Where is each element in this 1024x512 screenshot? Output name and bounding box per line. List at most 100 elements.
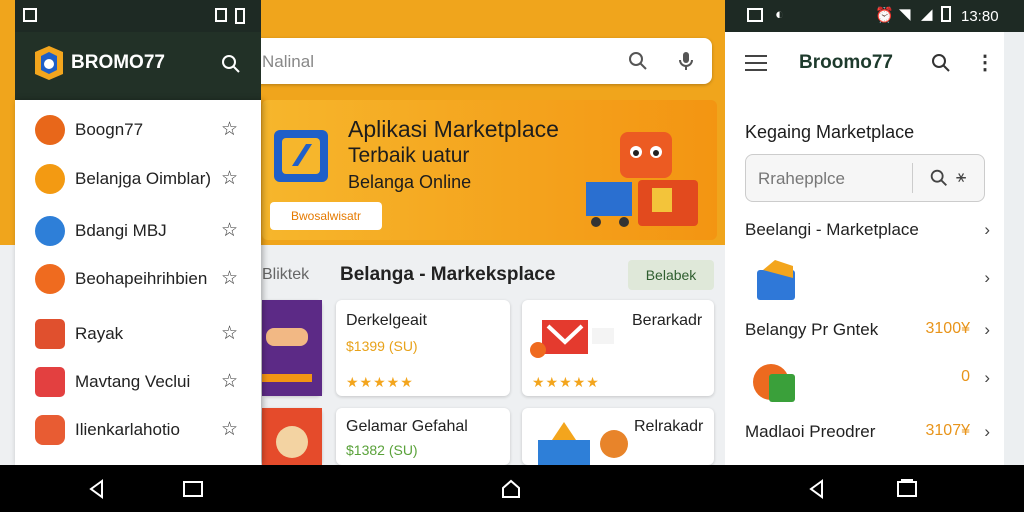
recents-icon[interactable] <box>182 479 204 499</box>
banner-title: Aplikasi Marketplace <box>348 116 559 142</box>
product-name: Relrakadr <box>634 418 704 435</box>
app-icon <box>35 264 65 294</box>
section-title: Belanga - Markeksplace <box>340 264 556 285</box>
list-row[interactable]: Beelangi - Marketplace › <box>745 218 990 244</box>
app-bar: Broomo77 ⋮ <box>725 32 1004 94</box>
product-card[interactable]: Derkelgeait $1399 (SU) ★★★★★ <box>336 300 510 396</box>
star-icon[interactable]: ☆ <box>221 267 238 290</box>
product-name: Berarkadr <box>632 312 703 329</box>
app-icon <box>35 319 65 349</box>
row-label: Madlaoi Preodrer <box>745 422 876 441</box>
menu-icon[interactable] <box>745 54 767 72</box>
product-price: $1382 (SU) <box>346 442 418 458</box>
divider <box>912 163 913 193</box>
notification-icon: ◐ <box>775 6 785 23</box>
product-card[interactable]: Gelamar Gefahal $1382 (SU) <box>336 408 510 465</box>
drawer-item[interactable]: Belanjga Oimblar) ☆ <box>15 157 261 201</box>
search-icon[interactable] <box>928 167 950 189</box>
product-card[interactable]: Berarkadr ★★★★★ <box>522 300 714 396</box>
row-price: 3107¥ <box>925 422 971 439</box>
product-rating: ★★★★★ <box>532 374 600 390</box>
image-icon <box>747 8 763 22</box>
navigation-drawer: Boogn77 ☆ Belanjga Oimblar) ☆ Bdangi MBJ… <box>15 100 261 465</box>
banner-tagline: Belanga Online <box>348 172 472 192</box>
product-name: Derkelgeait <box>346 312 427 329</box>
drawer-item-label: Ilienkarlahotio <box>75 420 180 439</box>
notification-icon <box>23 8 37 22</box>
search-placeholder: Nalinal <box>262 52 314 71</box>
app-icon <box>35 415 65 445</box>
drawer-item[interactable]: Beohapeihrihbien ☆ <box>15 257 261 301</box>
search-field[interactable]: Rrahepplce ⚹ <box>745 154 985 202</box>
chevron-right-icon: › <box>984 268 990 287</box>
chevron-right-icon: › <box>984 320 990 339</box>
search-icon[interactable] <box>219 52 243 76</box>
bag-icon <box>757 260 795 300</box>
search-icon[interactable] <box>626 49 650 73</box>
search-placeholder: Rrahepplce <box>758 169 845 188</box>
product-rating: ★★★★★ <box>346 374 414 390</box>
list-row[interactable]: 0 › <box>745 358 990 408</box>
drawer-item-label: Bdangi MBJ <box>75 221 167 240</box>
status-bar-right: ◐ ⏰ ◥ ◢ 13:80 <box>725 0 1024 32</box>
banner-button[interactable]: Bwosalwisatr <box>270 202 382 230</box>
product-name: Gelamar Gefahal <box>346 418 468 435</box>
system-navigation-bar <box>0 465 1024 512</box>
product-image <box>530 320 614 358</box>
section-title: Kegaing Marketplace <box>745 122 915 142</box>
wifi-icon: ◥ <box>899 6 911 23</box>
filter-icon[interactable]: ⚹ <box>956 167 966 187</box>
app-icon <box>35 216 65 246</box>
drawer-item-label: Belanjga Oimblar) <box>75 169 212 188</box>
recents-icon[interactable] <box>896 479 918 499</box>
star-icon[interactable]: ☆ <box>221 322 238 345</box>
drawer-item[interactable]: Mavtang Veclui ☆ <box>15 360 261 404</box>
alarm-icon: ⏰ <box>875 7 894 24</box>
product-card-partial[interactable] <box>262 408 322 465</box>
section-previous-label: Bliktek <box>262 266 310 283</box>
home-icon[interactable] <box>500 479 522 499</box>
more-options-icon[interactable]: ⋮ <box>975 50 995 75</box>
drawer-item-label: Boogn77 <box>75 120 144 139</box>
banner-subtitle: Terbaik uatur <box>348 144 470 167</box>
drawer-header: BROMO77 <box>15 32 261 100</box>
product-card-partial[interactable] <box>262 300 322 396</box>
list-row[interactable]: Belangy Pr Gntek 3100¥ › <box>745 318 990 344</box>
row-price: 0 <box>961 368 970 385</box>
signal-icon: ◢ <box>921 6 933 23</box>
brand-logo-icon <box>35 46 63 80</box>
drawer-item-label: Rayak <box>75 324 124 343</box>
drawer-item[interactable]: Rayak ☆ <box>15 312 261 356</box>
drawer-item[interactable]: Boogn77 ☆ <box>15 108 261 152</box>
microphone-icon[interactable] <box>674 49 698 73</box>
back-icon[interactable] <box>86 479 108 499</box>
product-image <box>262 408 322 465</box>
back-icon[interactable] <box>806 479 828 499</box>
status-time: 13:80 <box>961 8 999 25</box>
search-icon[interactable] <box>929 51 953 75</box>
search-bar[interactable]: Nalinal <box>250 38 712 84</box>
status-bar-left <box>15 0 261 32</box>
row-price: 3100¥ <box>925 320 971 337</box>
star-icon[interactable]: ☆ <box>221 418 238 441</box>
row-label: Belangy Pr Gntek <box>745 320 879 339</box>
chevron-right-icon: › <box>984 368 990 387</box>
list-row[interactable]: Madlaoi Preodrer 3107¥ › <box>745 420 990 446</box>
product-price: $1399 (SU) <box>346 338 418 354</box>
drawer-item-label: Beohapeihrihbien <box>75 269 208 288</box>
bag-logo-icon <box>274 130 328 182</box>
star-icon[interactable]: ☆ <box>221 118 238 141</box>
star-icon[interactable]: ☆ <box>221 167 238 190</box>
product-card[interactable]: Relrakadr <box>522 408 714 465</box>
list-row[interactable]: › <box>745 256 990 306</box>
star-icon[interactable]: ☆ <box>221 370 238 393</box>
product-image <box>262 300 322 396</box>
app-icon <box>35 164 65 194</box>
drawer-item[interactable]: Bdangi MBJ ☆ <box>15 209 261 253</box>
basket-icon <box>753 364 795 402</box>
section-more-button[interactable]: Belabek <box>628 260 714 290</box>
promo-banner[interactable]: Aplikasi Marketplace Terbaik uatur Belan… <box>262 100 717 240</box>
chevron-right-icon: › <box>984 220 990 239</box>
star-icon[interactable]: ☆ <box>221 219 238 242</box>
drawer-item[interactable]: Ilienkarlahotio ☆ <box>15 408 261 452</box>
